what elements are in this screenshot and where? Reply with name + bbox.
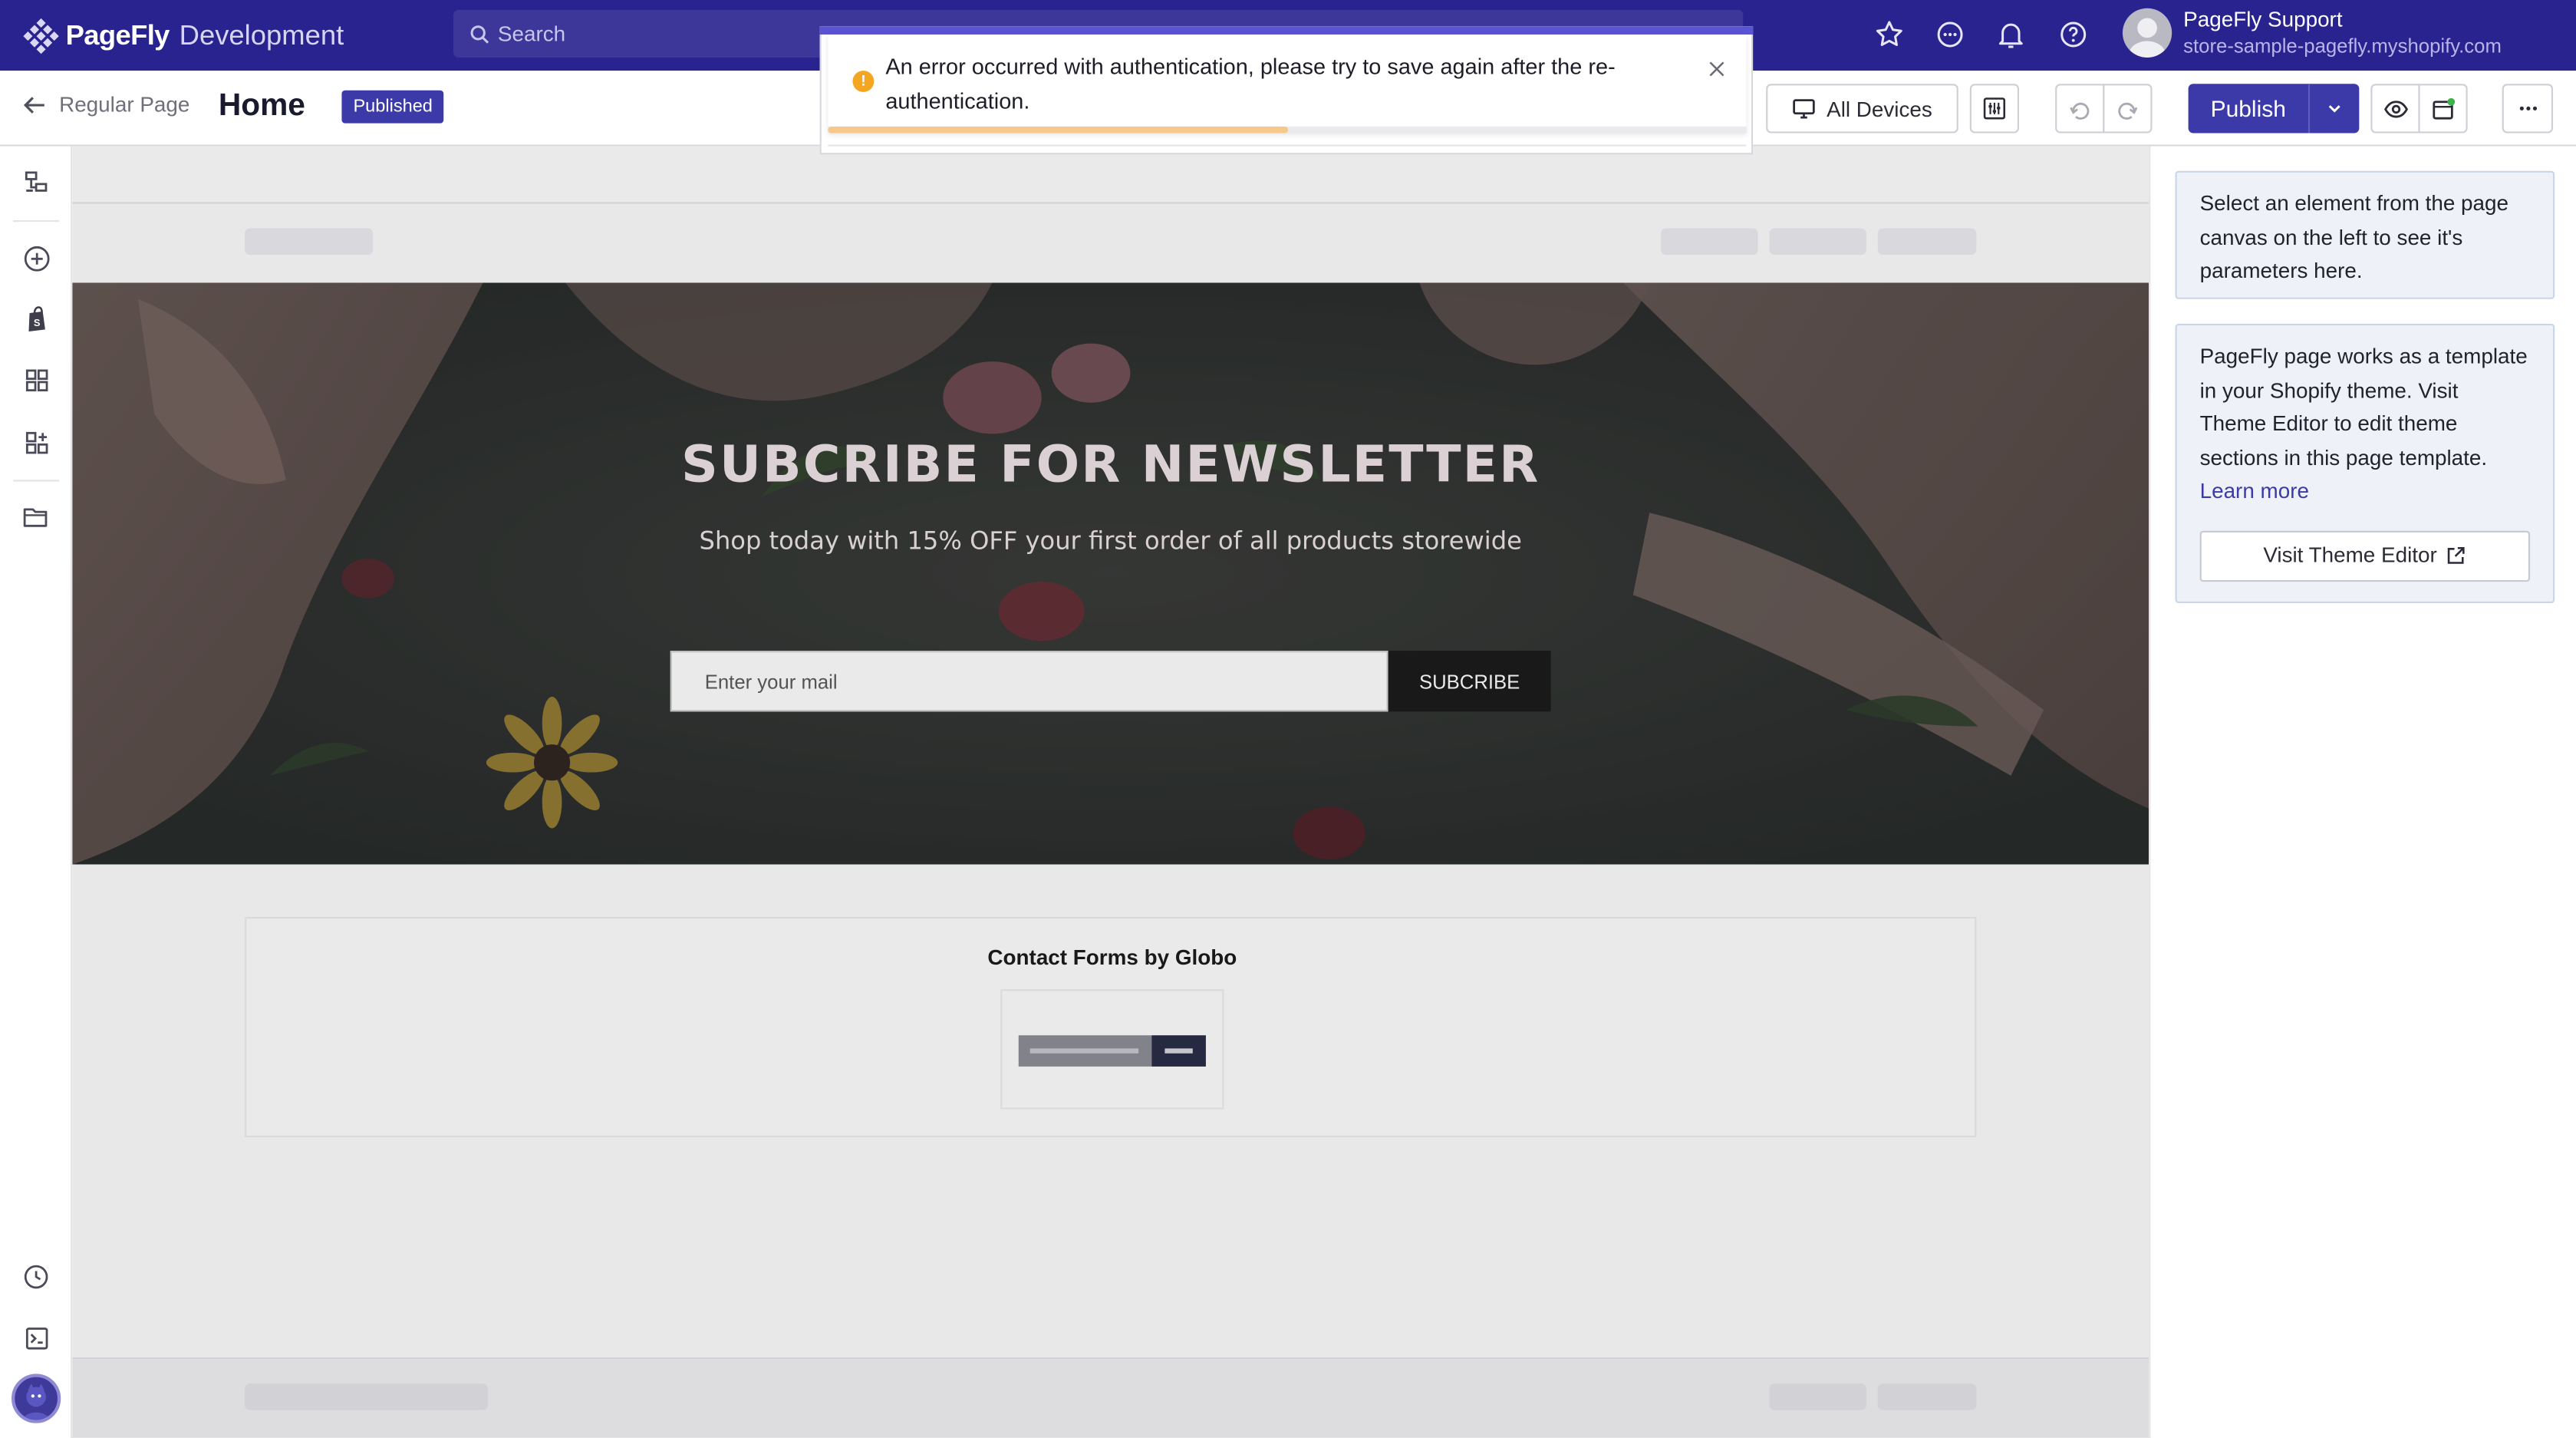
page-title[interactable]: Home	[219, 89, 305, 125]
user-store: store-sample-pagefly.myshopify.com	[2183, 34, 2502, 58]
error-toast-body: ! An error occurred with authentication,…	[828, 34, 1747, 134]
visit-theme-editor-label: Visit Theme Editor	[2263, 542, 2437, 567]
all-devices-label: All Devices	[1827, 96, 1932, 121]
avatar	[2122, 8, 2172, 58]
undo-icon	[2070, 102, 2090, 120]
brand-environment: Development	[179, 19, 344, 51]
newsletter-section[interactable]: SUBCRIBE FOR NEWSLETTER Shop today with …	[72, 282, 2149, 865]
star-icon[interactable]	[1873, 18, 1906, 51]
grid-icon[interactable]	[20, 363, 53, 396]
email-input[interactable]	[670, 651, 1388, 712]
more-options-button[interactable]	[2502, 84, 2554, 134]
contact-form-title: Contact Forms by Globo	[987, 945, 1237, 970]
skeleton-nav-item	[1769, 228, 1866, 255]
toast-progress-track	[828, 126, 1747, 134]
skeleton-footer-item	[1769, 1384, 1866, 1410]
contact-form-preview[interactable]	[1000, 989, 1224, 1110]
error-toast: ! An error occurred with authentication,…	[819, 26, 1754, 155]
layers-icon[interactable]	[20, 166, 53, 199]
account-avatar[interactable]	[11, 1374, 61, 1423]
more-icon	[2518, 106, 2536, 110]
search-placeholder: Search	[497, 21, 566, 46]
brand-name: PageFly	[65, 19, 170, 51]
undo-button[interactable]	[2055, 84, 2105, 134]
inspector-panel: Select an element from the page canvas o…	[2149, 146, 2576, 1438]
status-badge: Published	[341, 90, 444, 124]
desktop-icon	[1792, 99, 1815, 119]
search-icon	[470, 25, 489, 43]
chevron-down-icon	[2328, 105, 2340, 113]
bell-icon[interactable]	[1995, 18, 2028, 51]
visit-theme-editor-button[interactable]: Visit Theme Editor	[2199, 529, 2531, 582]
settings-panel-button[interactable]	[1969, 84, 2020, 134]
page-canvas[interactable]: SUBCRIBE FOR NEWSLETTER Shop today with …	[72, 146, 2149, 1438]
pagefly-editor: PageFly Development Search PageFly Suppo…	[0, 0, 2576, 1438]
history-icon[interactable]	[20, 1261, 53, 1294]
skeleton-footer-item	[1877, 1384, 1977, 1410]
folder-icon[interactable]	[20, 501, 53, 534]
skeleton-footer-text	[245, 1384, 489, 1410]
toast-progress-bar	[828, 126, 1287, 134]
svg-text:S: S	[33, 317, 40, 328]
selection-hint: Select an element from the page canvas o…	[2175, 170, 2555, 299]
theme-info-text: PageFly page works as a template in your…	[2199, 343, 2528, 470]
all-devices-button[interactable]: All Devices	[1766, 84, 1958, 134]
help-icon[interactable]	[2057, 18, 2090, 51]
preview-button[interactable]	[2370, 84, 2420, 134]
eye-icon	[2383, 100, 2407, 117]
publish-settings-button[interactable]	[2418, 84, 2468, 134]
shopify-icon[interactable]: S	[20, 302, 53, 335]
warning-icon: !	[852, 71, 875, 92]
back-label: Regular Page	[59, 91, 190, 117]
toast-message: An error occurred with authentication, p…	[885, 54, 1616, 113]
page-status-icon	[2432, 97, 2455, 119]
add-icon[interactable]	[20, 242, 53, 275]
hero-subtitle[interactable]: Shop today with 15% OFF your first order…	[72, 526, 2149, 556]
external-link-icon	[2448, 546, 2466, 564]
user-name: PageFly Support	[2183, 6, 2343, 31]
terminal-icon[interactable]	[20, 1321, 53, 1354]
chat-icon[interactable]	[1934, 18, 1967, 51]
skeleton-logo	[245, 228, 374, 255]
subscribe-button[interactable]: SUBCRIBE	[1388, 651, 1551, 712]
selection-hint-text: Select an element from the page canvas o…	[2199, 190, 2508, 283]
redo-icon	[2118, 102, 2138, 120]
publish-button[interactable]: Publish	[2188, 84, 2360, 134]
skeleton-nav-item	[1661, 228, 1758, 255]
publish-options-button[interactable]	[2310, 101, 2359, 117]
arrow-left-icon	[23, 96, 44, 113]
left-rail: S	[0, 146, 73, 1438]
pagefly-logo-icon	[23, 18, 59, 54]
contact-form-field	[1018, 1035, 1152, 1067]
contact-form-button	[1151, 1035, 1206, 1067]
redo-button[interactable]	[2103, 84, 2153, 134]
learn-more-link[interactable]: Learn more	[2200, 478, 2309, 503]
hero-title[interactable]: SUBCRIBE FOR NEWSLETTER	[72, 436, 2149, 495]
user-menu[interactable]: PageFly Support store-sample-pagefly.mys…	[2122, 6, 2502, 60]
publish-label: Publish	[2210, 95, 2286, 122]
contact-form-section[interactable]: Contact Forms by Globo	[245, 917, 1977, 1137]
skeleton-nav-item	[1877, 228, 1977, 255]
close-icon[interactable]	[1704, 56, 1730, 82]
hero-background-image	[72, 282, 2149, 865]
canvas-header-strip	[72, 146, 2149, 204]
theme-info-box: PageFly page works as a template in your…	[2175, 323, 2555, 603]
sliders-icon	[1983, 97, 2006, 120]
back-button[interactable]: Regular Page	[23, 92, 189, 117]
brand[interactable]: PageFly Development	[23, 16, 344, 55]
newsletter-form: SUBCRIBE	[670, 651, 1551, 712]
apps-icon[interactable]	[20, 426, 53, 459]
